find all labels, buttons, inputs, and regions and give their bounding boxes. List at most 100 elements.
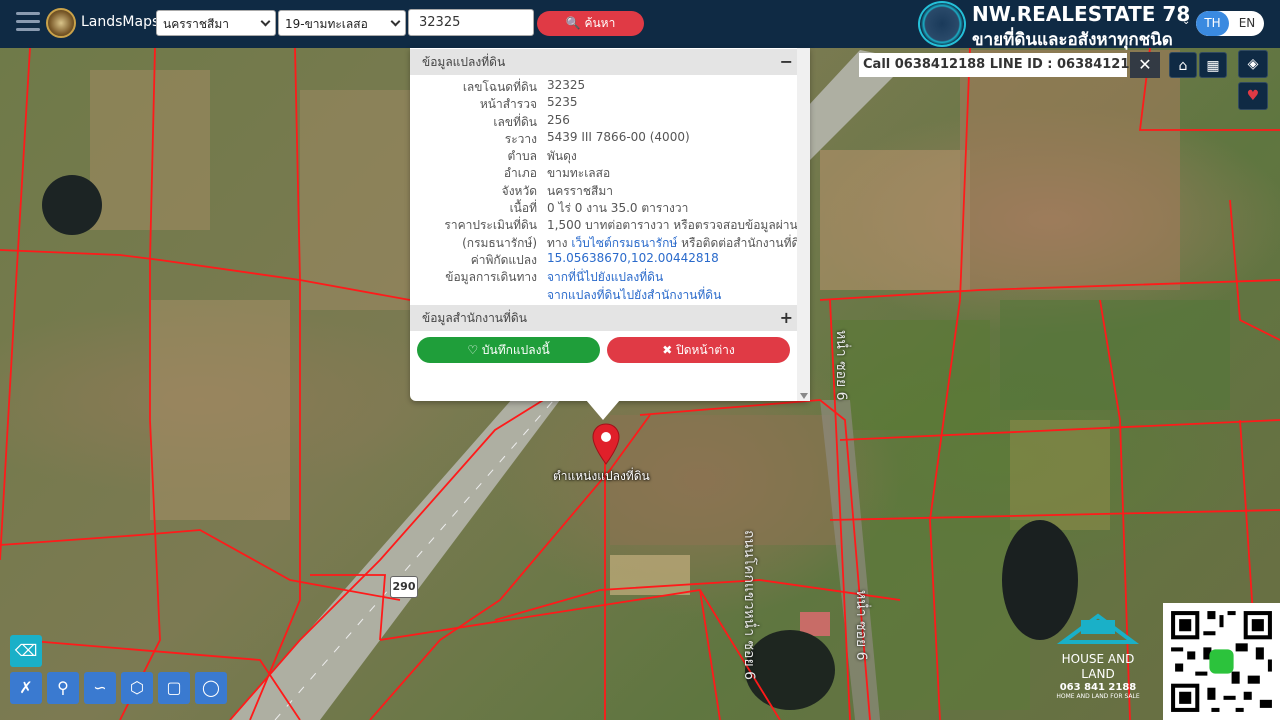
lang-th-button[interactable]: TH [1196, 11, 1229, 36]
popup-pointer [586, 400, 620, 420]
table-row: จากแปลงที่ดินไปยังสำนักงานที่ดิน [410, 286, 797, 303]
treasury-website-link[interactable]: เว็บไซต์กรมธนารักษ์ [571, 236, 677, 250]
district-select[interactable]: 19-ขามทะเลสอ [278, 10, 406, 36]
table-row: ข้อมูลการเดินทาง จากที่นี่ไปยังแปลงที่ดิน [410, 268, 797, 285]
polyline-icon[interactable]: ∽ [84, 672, 116, 704]
row-label: เลขที่ดิน [493, 114, 537, 129]
table-row: ค่าพิกัดแปลง 15.05638670,102.00442818 [410, 251, 797, 268]
realestate-subtitle: ขายที่ดินและอสังหาทุกชนิด [972, 30, 1173, 50]
row-label: เนื้อที่ [509, 201, 537, 216]
row-label: (กรมธนารักษ์) [462, 235, 537, 250]
eraser-icon[interactable]: ⌫ [10, 635, 42, 667]
road-number-label: 290 [390, 576, 418, 598]
coordinate-link[interactable]: 15.05638670,102.00442818 [547, 251, 719, 265]
table-row: เนื้อที่ 0 ไร่ 0 งาน 35.0 ตารางวา [410, 199, 797, 216]
measure-tools-icon[interactable]: ✗ [10, 672, 42, 704]
line-qr-code [1163, 603, 1280, 720]
table-row: อำเภอ ขามทะเลสอ [410, 164, 797, 181]
landsmaps-logo [46, 8, 76, 38]
table-row: ตำบล พันดุง [410, 147, 797, 164]
deed-number-input[interactable]: 32325 [408, 9, 534, 36]
row-label: หน้าสำรวจ [479, 97, 537, 112]
location-pin-icon[interactable] [591, 423, 621, 465]
search-icon: 🔍 [565, 16, 581, 30]
parcel-info-table: เลขโฉนดที่ดิน 32325 หน้าสำรวจ 5235 เลขที่ด… [410, 78, 807, 303]
land-office-header[interactable]: ข้อมูลสำนักงานที่ดิน + [410, 305, 797, 331]
watermark-phone: 063 841 2188 [1059, 682, 1137, 693]
row-value: พันดุง [547, 149, 577, 164]
house-logo-icon [1056, 613, 1140, 644]
close-window-label: ปิดหน้าต่าง [676, 343, 735, 357]
top-navbar: LandsMaps นครราชสีมา 19-ขามทะเลสอ 32325 … [0, 0, 1280, 50]
row-value: ขามทะเลสอ [547, 166, 611, 181]
language-toggle: TH EN [1196, 11, 1264, 36]
row-label: ระวาง [504, 131, 537, 146]
row-value: 1,500 บาทต่อตารางวา หรือตรวจสอบข้อมูลผ่า… [547, 218, 798, 233]
polygon-icon[interactable]: ⬡ [121, 672, 153, 704]
row-value: นครราชสีมา [547, 183, 613, 198]
table-row: เลขที่ดิน 256 [410, 113, 797, 130]
menu-icon[interactable] [16, 12, 40, 34]
lang-en-button[interactable]: EN [1230, 11, 1264, 36]
search-button[interactable]: 🔍 ค้นหา [537, 11, 644, 36]
scroll-down-icon[interactable] [800, 393, 808, 399]
row-value: 5439 III 7866-00 (4000) [547, 129, 690, 144]
row-label: เลขโฉนดที่ดิน [462, 80, 537, 94]
collapse-icon[interactable]: − [780, 49, 793, 75]
row-label: จังหวัด [501, 183, 537, 198]
table-row: ราคาประเมินที่ดิน 1,500 บาทต่อตารางวา หรื… [410, 216, 797, 233]
table-row: (กรมธนารักษ์) ทาง เว็บไซต์กรมธนารักษ์ หร… [410, 234, 807, 251]
route-to-parcel-link[interactable]: จากที่นี่ไปยังแปลงที่ดิน [547, 268, 663, 287]
dept-suffix: หรือติดต่อสำนักงานที่ดิน [681, 235, 808, 250]
close-window-button[interactable]: ✖ ปิดหน้าต่าง [607, 337, 790, 363]
row-label: ข้อมูลการเดินทาง [445, 270, 537, 285]
house-and-land-watermark: HOUSE AND LAND 063 841 2188 HOME AND LAN… [1048, 612, 1148, 700]
row-label: ค่าพิกัดแปลง [470, 252, 537, 267]
row-label: ตำบล [507, 149, 537, 164]
brand-name: LandsMaps [81, 14, 160, 30]
marker-icon[interactable]: ⚲ [47, 672, 79, 704]
row-label: อำเภอ [503, 166, 537, 181]
parcel-info-title: ข้อมูลแปลงที่ดิน [422, 55, 506, 69]
realestate-title: NW.REALESTATE 78 [972, 2, 1191, 26]
circle-icon[interactable]: ◯ [195, 672, 227, 704]
table-row: จังหวัด นครราชสีมา [410, 182, 797, 199]
street-label: หน่ำ ซอย 6 [833, 330, 849, 401]
parcel-info-header[interactable]: ข้อมูลแปลงที่ดิน − [410, 49, 797, 75]
call-banner: Call 0638412188 LINE ID : 0638412188 [859, 53, 1147, 77]
heart-icon[interactable]: ♥ [1238, 82, 1268, 110]
row-value: 5235 [547, 95, 578, 110]
layers-icon[interactable]: ◈ [1238, 50, 1268, 78]
parcel-info-popup: ข้อมูลแปลงที่ดิน − เลขโฉนดที่ดิน 32325 หน… [410, 48, 810, 401]
table-row: ระวาง 5439 III 7866-00 (4000) [410, 130, 797, 147]
chevron-down-icon [390, 16, 401, 27]
realestate-logo [918, 1, 966, 47]
search-button-label: ค้นหา [584, 16, 616, 30]
row-label: ราคาประเมินที่ดิน [444, 218, 537, 233]
row-value: ทาง เว็บไซต์กรมธนารักษ์ หรือติดต่อสำนักง… [547, 234, 808, 253]
table-row: เลขโฉนดที่ดิน 32325 [410, 78, 797, 95]
land-office-title: ข้อมูลสำนักงานที่ดิน [422, 311, 527, 325]
save-parcel-button[interactable]: ♡ บันทึกแปลงนี้ [417, 337, 600, 363]
watermark-tagline: HOME AND LAND FOR SALE [1056, 693, 1140, 700]
close-call-banner-button[interactable]: ✕ [1130, 52, 1160, 78]
home-icon[interactable]: ⌂ [1169, 52, 1197, 78]
province-select-value: นครราชสีมา [163, 17, 229, 31]
heart-icon: ♡ [467, 343, 479, 357]
close-icon: ✖ [662, 343, 673, 357]
row-value: 0 ไร่ 0 งาน 35.0 ตารางวา [547, 201, 689, 216]
watermark-line2: LAND [1081, 667, 1115, 681]
popup-scrollbar[interactable] [797, 48, 810, 401]
chevron-down-icon[interactable]: ⌄ [1182, 16, 1190, 27]
pin-label: ตำแหน่งแปลงที่ดิน [553, 469, 650, 483]
save-parcel-label: บันทึกแปลงนี้ [481, 343, 550, 357]
rectangle-icon[interactable]: ▢ [158, 672, 190, 704]
route-to-office-link[interactable]: จากแปลงที่ดินไปยังสำนักงานที่ดิน [547, 286, 721, 305]
dept-prefix: ทาง [547, 235, 568, 250]
table-row: หน้าสำรวจ 5235 [410, 95, 797, 112]
grid-icon[interactable]: ▦ [1199, 52, 1227, 78]
district-select-value: 19-ขามทะเลสอ [285, 17, 368, 31]
province-select[interactable]: นครราชสีมา [156, 10, 276, 36]
expand-icon[interactable]: + [780, 305, 793, 331]
street-label: ถนนโคกแขวหน่ำ ซอย 6 [741, 530, 757, 681]
